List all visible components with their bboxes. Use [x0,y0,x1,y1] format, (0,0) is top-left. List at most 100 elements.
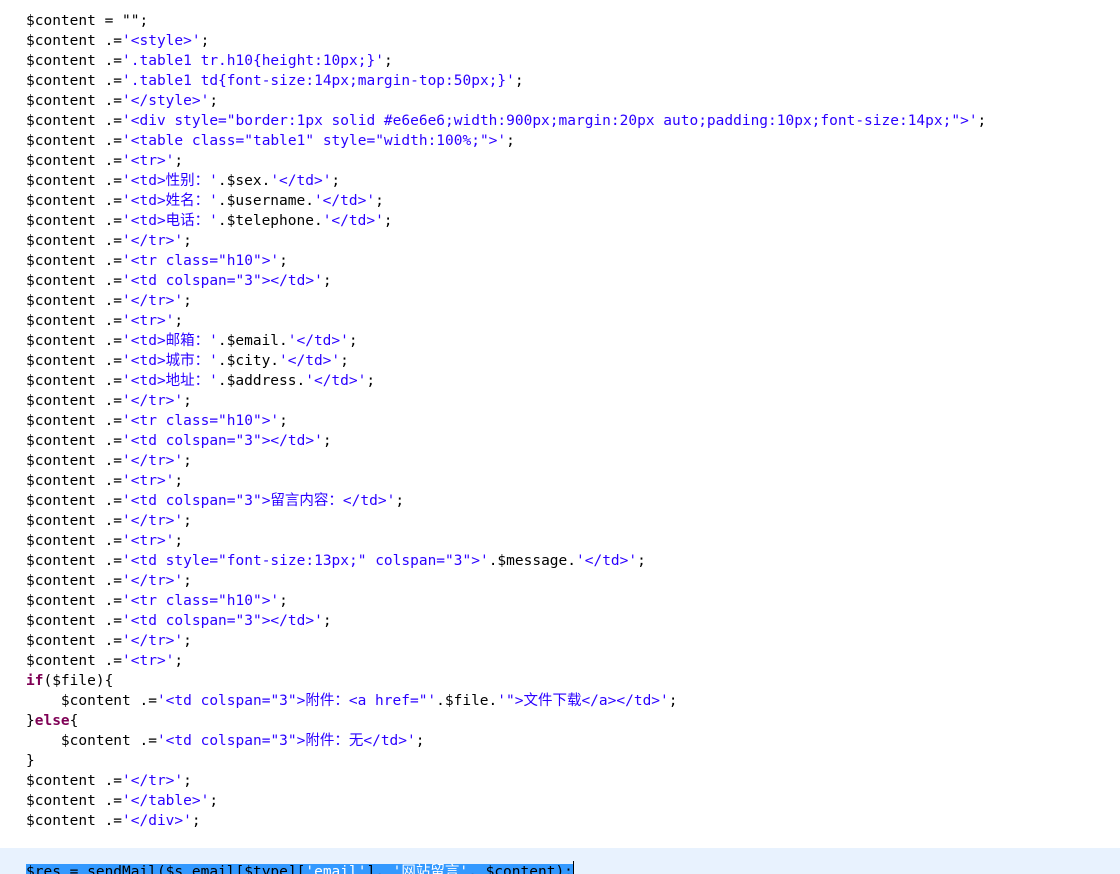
code-token: ; [183,513,192,529]
code-line[interactable]: $content .='</tr>'; [26,631,1120,651]
code-token: $content .= [26,193,122,209]
code-token: ; [395,493,404,509]
code-string: 'email' [305,864,366,874]
code-token: $content .= [26,573,122,589]
code-token: ; [192,813,201,829]
code-token: ; [323,433,332,449]
code-token: ; [201,33,210,49]
code-line[interactable]: $content .='.table1 tr.h10{height:10px;}… [26,51,1120,71]
code-line[interactable]: $content .='</tr>'; [26,231,1120,251]
code-token: $content .= [26,253,122,269]
code-token: .$email. [218,333,288,349]
code-string: '</tr>' [122,233,183,249]
code-string: '<td colspan="3">附件：无</td>' [157,733,416,749]
code-line[interactable]: $content .='<tr>'; [26,651,1120,671]
code-string: '.table1 tr.h10{height:10px;}' [122,53,384,69]
code-line[interactable]: } [26,751,1120,771]
code-area[interactable]: $content = "";$content .='<style>';$cont… [26,11,1120,874]
code-line[interactable]: $content .='<tr>'; [26,151,1120,171]
code-token: $content .= [26,533,122,549]
code-line[interactable]: $content .='</tr>'; [26,391,1120,411]
code-string: '<td>电话：' [122,213,218,229]
code-token: $content .= [26,793,122,809]
code-string: '</td>' [314,193,375,209]
code-token: ; [384,53,393,69]
code-token: $content .= [26,813,122,829]
code-line[interactable]: $content .='<td style="font-size:13px;" … [26,551,1120,571]
text-selection[interactable]: $res = sendMail($s_email[$type]['email']… [26,864,573,874]
code-line[interactable]: $content .='<td>性别：'.$sex.'</td>'; [26,171,1120,191]
code-line[interactable]: $content .='<td colspan="3">附件：<a href="… [26,691,1120,711]
code-token: ; [209,93,218,109]
code-line[interactable]: $content .='<tr class="h10">'; [26,411,1120,431]
code-line[interactable] [26,831,1120,861]
code-string: '</tr>' [122,393,183,409]
code-token: $content .= [26,93,122,109]
code-line[interactable]: $content .='<tr>'; [26,471,1120,491]
code-line[interactable]: $content .='.table1 td{font-size:14px;ma… [26,71,1120,91]
code-string: '<td colspan="3"></td>' [122,613,323,629]
code-line[interactable]: $content .='<td>邮箱：'.$email.'</td>'; [26,331,1120,351]
code-line[interactable]: }else{ [26,711,1120,731]
code-string: '<style>' [122,33,201,49]
code-line[interactable]: $content .='</tr>'; [26,511,1120,531]
code-line[interactable]: $content .='<td>城市：'.$city.'</td>'; [26,351,1120,371]
code-line[interactable]: $content .='</tr>'; [26,771,1120,791]
code-line[interactable]: $content .='</style>'; [26,91,1120,111]
code-line[interactable]: if($file){ [26,671,1120,691]
code-string: '<tr class="h10">' [122,413,279,429]
code-line[interactable]: $content = ""; [26,11,1120,31]
code-line[interactable]: $content .='</table>'; [26,791,1120,811]
code-line[interactable]: $content .='<style>'; [26,31,1120,51]
code-line[interactable]: $content .='<tr>'; [26,311,1120,331]
code-line[interactable]: $content .='<tr class="h10">'; [26,251,1120,271]
code-line[interactable]: $content .='<td colspan="3">附件：无</td>'; [26,731,1120,751]
code-editor[interactable]: $content = "";$content .='<style>';$cont… [0,0,1120,874]
code-line[interactable]: $content .='<td colspan="3"></td>'; [26,271,1120,291]
code-token: $content .= [26,413,122,429]
code-line[interactable]: $content .='<td colspan="3"></td>'; [26,611,1120,631]
code-token: ; [183,573,192,589]
code-token: ], [366,864,392,874]
code-token: $content .= [26,73,122,89]
code-line[interactable]: $content .='<td colspan="3">留言内容：</td>'; [26,491,1120,511]
code-token: ; [515,73,524,89]
code-line[interactable]: $content .='</tr>'; [26,451,1120,471]
code-token: ; [183,633,192,649]
code-token: ; [506,133,515,149]
code-token: $content .= [26,513,122,529]
code-string: '网站留言' [393,864,468,874]
code-line[interactable]: $content .='<div style="border:1px solid… [26,111,1120,131]
code-line[interactable]: $content .='<table class="table1" style=… [26,131,1120,151]
code-token: $content .= [26,273,122,289]
code-line[interactable]: $content .='<td>电话：'.$telephone.'</td>'; [26,211,1120,231]
code-token: $content .= [26,553,122,569]
code-token: ($file){ [43,673,113,689]
code-line[interactable]: $content .='<td>姓名：'.$username.'</td>'; [26,191,1120,211]
code-token: .$username. [218,193,314,209]
code-token: $content .= [26,113,122,129]
code-token: ; [340,353,349,369]
code-token: $content .= [26,433,122,449]
code-line[interactable]: $content .='</tr>'; [26,571,1120,591]
code-line[interactable]: $content .='<tr>'; [26,531,1120,551]
code-string: '<tr class="h10">' [122,253,279,269]
code-string: '</style>' [122,93,209,109]
code-string: '<tr>' [122,153,174,169]
code-string: '<td style="font-size:13px;" colspan="3"… [122,553,489,569]
code-line[interactable]: $content .='</div>'; [26,811,1120,831]
code-token: $content .= [26,453,122,469]
code-string: '<td>性别：' [122,173,218,189]
code-keyword-if: if [26,673,43,689]
code-token: .$file. [436,693,497,709]
code-token: ; [416,733,425,749]
code-line[interactable]: $content .='<td colspan="3"></td>'; [26,431,1120,451]
code-string: '</td>' [576,553,637,569]
code-line[interactable]: $content .='<td>地址：'.$address.'</td>'; [26,371,1120,391]
code-token: { [70,713,79,729]
code-line[interactable]: $content .='</tr>'; [26,291,1120,311]
code-string: '<td colspan="3"></td>' [122,433,323,449]
code-line[interactable]: $res = sendMail($s_email[$type]['email']… [26,861,1120,874]
code-line[interactable]: $content .='<tr class="h10">'; [26,591,1120,611]
code-token: $content .= [26,213,122,229]
